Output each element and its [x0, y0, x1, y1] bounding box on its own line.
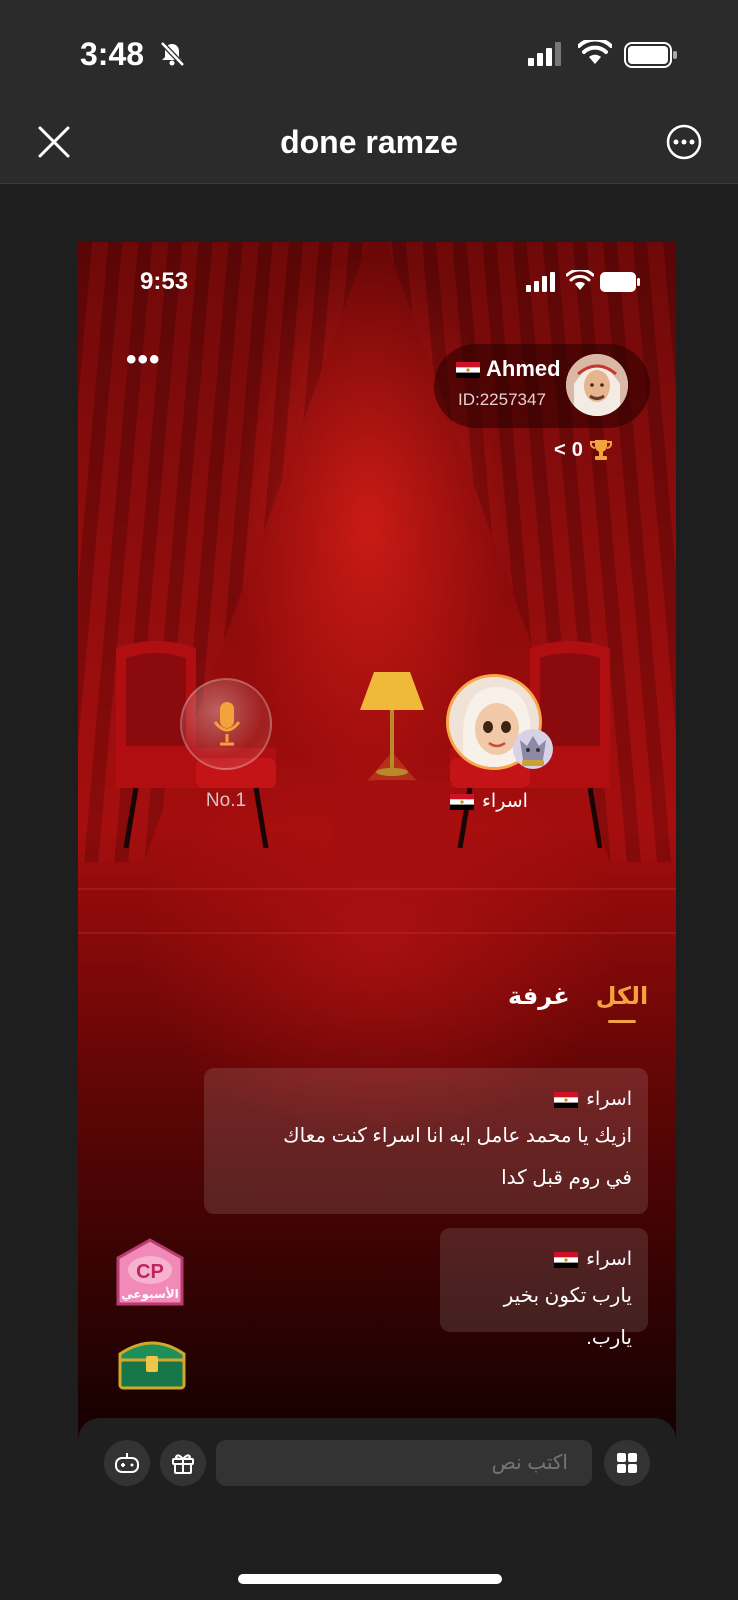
game-button[interactable] [104, 1440, 150, 1486]
room-screen: 9:53 ••• Ahmed ID:2257347 < 0 No.1 اسراء… [78, 242, 676, 1540]
sender-name: اسراء [586, 1249, 632, 1270]
message-sender: اسراء [440, 1228, 648, 1271]
wifi-icon [566, 270, 594, 290]
room-menu-button[interactable]: ••• [126, 345, 161, 375]
status-time: 3:48 [80, 36, 145, 72]
egypt-flag-icon [450, 793, 474, 810]
stage-line [78, 888, 676, 890]
tiger-badge-icon [513, 729, 553, 769]
egypt-flag-icon [554, 1251, 579, 1268]
more-circle-icon[interactable] [664, 122, 704, 162]
message-sender: اسراء [204, 1068, 648, 1111]
seat-label: اسراء [450, 790, 528, 813]
tab-all-label: الكل [595, 983, 649, 1010]
host-name: Ahmed [486, 356, 561, 381]
chat-tabs: غرفة الكل [508, 982, 649, 1023]
trophy-counter[interactable]: < 0 [554, 438, 613, 462]
gift-button[interactable] [160, 1440, 206, 1486]
app-header: done ramze [0, 100, 738, 184]
seat-empty[interactable] [180, 678, 272, 770]
cp-text: CP [136, 1261, 164, 1283]
host-id: ID:2257347 [458, 390, 546, 409]
treasure-chest-badge[interactable] [114, 1332, 190, 1392]
lamp-table [332, 672, 452, 882]
home-indicator[interactable] [238, 1574, 502, 1584]
trophy-count: 0 [571, 438, 583, 461]
stage-line [78, 932, 676, 934]
game-controller-icon [115, 1453, 139, 1473]
message-input[interactable] [216, 1440, 592, 1486]
signal-icon [526, 272, 555, 292]
cp-weekly-badge[interactable]: CP الأسبوعي [114, 1238, 186, 1310]
chevron-left-icon: < [554, 438, 566, 461]
tab-all[interactable]: الكل [595, 982, 649, 1023]
sender-name: اسراء [586, 1089, 632, 1110]
room-status-time: 9:53 [140, 268, 189, 295]
message-line: ازيك يا محمد عامل ايه انا اسراء كنت معاك [283, 1125, 632, 1147]
cp-weekly-text: الأسبوعي [121, 1286, 179, 1302]
egypt-flag-icon [554, 1091, 579, 1108]
host-profile-pill[interactable]: Ahmed ID:2257347 [434, 344, 650, 428]
wifi-icon [578, 40, 612, 64]
page-title: done ramze [280, 124, 458, 160]
microphone-icon [213, 702, 241, 746]
bell-off-icon [160, 41, 185, 67]
message-text: يارب تكون بخير يارب. [440, 1271, 648, 1359]
message-line: في روم قبل كدا [501, 1167, 632, 1189]
tab-room[interactable]: غرفة [508, 982, 570, 1011]
seat-label: No.1 [205, 790, 247, 811]
chat-message[interactable]: اسراء ازيك يا محمد عامل ايه انا اسراء كن… [204, 1068, 648, 1214]
gift-box-icon [172, 1454, 194, 1474]
trophy-icon [589, 440, 612, 460]
apps-button[interactable] [604, 1440, 650, 1486]
grid-apps-icon [617, 1453, 637, 1473]
message-text: ازيك يا محمد عامل ايه انا اسراء كنت معاك… [204, 1111, 648, 1199]
message-line: يارب تكون بخير يارب. [503, 1285, 632, 1349]
chat-message[interactable]: اسراء يارب تكون بخير يارب. [440, 1228, 648, 1349]
egypt-flag-icon [456, 362, 480, 378]
tab-underline [607, 1020, 637, 1023]
signal-icon [528, 42, 561, 66]
ios-status-bar: 3:48 [0, 0, 738, 100]
battery-icon [624, 42, 677, 68]
battery-icon [600, 272, 640, 292]
avatar[interactable] [566, 354, 628, 416]
composer-bar [78, 1418, 676, 1540]
seat-user-name: اسراء [482, 791, 528, 812]
